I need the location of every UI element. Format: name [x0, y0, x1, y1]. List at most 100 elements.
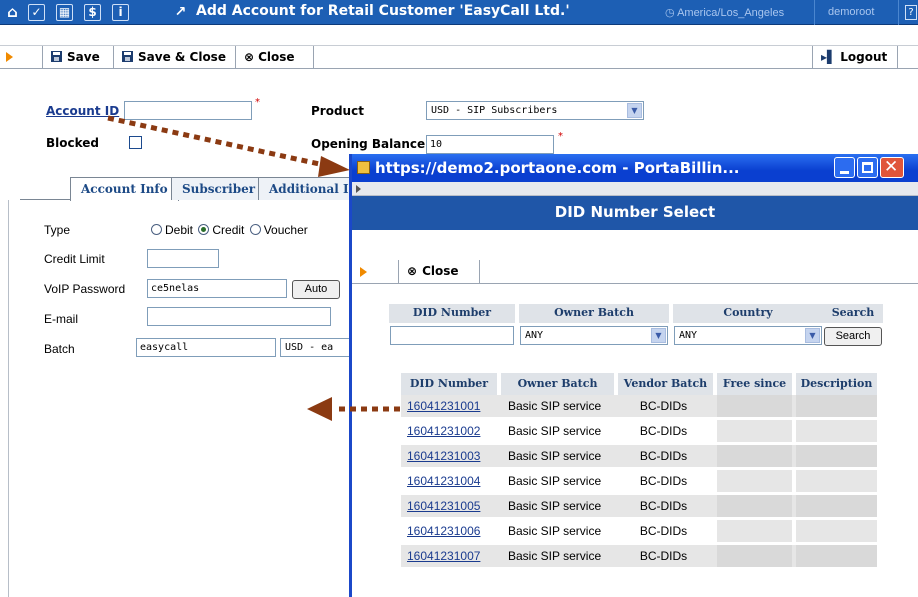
batch-label: Batch: [44, 342, 75, 356]
vendor-batch-cell: BC-DIDs: [639, 524, 688, 538]
did-number-link[interactable]: 16041231006: [407, 520, 497, 542]
popup-close-button[interactable]: ⊗ Close: [398, 260, 480, 283]
save-close-label: Save & Close: [138, 50, 226, 64]
did-number-search-input[interactable]: [390, 326, 514, 345]
table-row: 16041231005 Basic SIP service BC-DIDs: [401, 495, 877, 517]
tab-account-info[interactable]: Account Info: [70, 177, 179, 201]
maximize-icon[interactable]: [857, 157, 878, 178]
close-circle-icon: ⊗: [407, 264, 418, 278]
required-marker: *: [558, 131, 563, 142]
logout-button[interactable]: ▸▌ Logout: [812, 46, 898, 69]
tab-additional-info[interactable]: Additional In: [258, 177, 352, 200]
col-did-number[interactable]: DID Number: [401, 373, 497, 395]
col-description[interactable]: Description: [796, 373, 877, 395]
debit-label: Debit: [165, 223, 194, 237]
popup-heading: DID Number Select: [352, 196, 918, 230]
help-icon[interactable]: ?: [905, 5, 917, 20]
vendor-batch-cell: BC-DIDs: [639, 549, 688, 563]
type-option-debit[interactable]: Debit: [151, 223, 193, 237]
owner-batch-cell: Basic SIP service: [508, 399, 602, 413]
close-button[interactable]: ⊗ Close: [236, 46, 314, 69]
email-label: E-mail: [44, 312, 79, 326]
owner-batch-select[interactable]: ANY ▼: [520, 326, 668, 345]
window-close-icon[interactable]: ✕: [880, 157, 904, 178]
logout-door-icon: ▸▌: [821, 50, 837, 64]
search-button-header: Search: [823, 304, 883, 323]
credit-limit-input[interactable]: [147, 249, 219, 268]
required-marker: *: [255, 97, 260, 108]
auto-button[interactable]: Auto: [292, 280, 340, 299]
did-number-link[interactable]: 16041231001: [407, 395, 497, 417]
page-title: Add Account for Retail Customer 'EasyCal…: [196, 3, 570, 19]
opening-balance-input[interactable]: 10: [426, 135, 554, 154]
batch-currency-select[interactable]: USD - ea: [280, 338, 352, 357]
expand-arrow-icon[interactable]: [6, 52, 13, 62]
toolbar: Save Save & Close ⊗ Close ▸▌ Logout: [0, 45, 918, 69]
clock-icon: ◷: [665, 7, 678, 19]
owner-batch-cell: Basic SIP service: [508, 474, 602, 488]
user-name[interactable]: demoroot: [828, 6, 874, 18]
email-input[interactable]: [147, 307, 331, 326]
save-close-button[interactable]: Save & Close: [114, 46, 236, 69]
owner-batch-cell: Basic SIP service: [508, 549, 602, 563]
description-cell: [796, 395, 877, 417]
blocked-checkbox[interactable]: [129, 136, 142, 149]
timezone-label: America/Los_Angeles: [677, 7, 785, 19]
product-select[interactable]: USD - SIP Subscribers ▼: [426, 101, 644, 120]
minimize-icon[interactable]: [834, 157, 855, 178]
radio-icon: [151, 224, 162, 235]
timezone-link[interactable]: ◷ America/Los_Angeles: [665, 6, 784, 19]
close-label: Close: [258, 50, 295, 64]
account-id-input[interactable]: [124, 101, 252, 120]
home-icon[interactable]: ⌂: [4, 4, 21, 21]
col-vendor-batch[interactable]: Vendor Batch: [618, 373, 713, 395]
popup-title-bar: https://demo2.portaone.com - PortaBillin…: [352, 154, 918, 182]
owner-batch-cell: Basic SIP service: [508, 424, 602, 438]
table-row: 16041231001 Basic SIP service BC-DIDs: [401, 395, 877, 417]
floppy-disk-icon: [51, 51, 62, 62]
country-select[interactable]: ANY ▼: [674, 326, 822, 345]
vendor-batch-cell: BC-DIDs: [639, 474, 688, 488]
save-button[interactable]: Save: [42, 46, 114, 69]
did-number-link[interactable]: 16041231004: [407, 470, 497, 492]
search-owner-batch-header: Owner Batch: [519, 304, 669, 323]
did-select-popup: https://demo2.portaone.com - PortaBillin…: [349, 154, 918, 597]
close-circle-icon: ⊗: [244, 50, 255, 64]
popup-address-bar: [352, 182, 918, 196]
did-number-link[interactable]: 16041231003: [407, 445, 497, 467]
search-button[interactable]: Search: [824, 327, 882, 346]
title-divider: [898, 0, 899, 25]
owner-batch-cell: Basic SIP service: [508, 499, 602, 513]
col-owner-batch[interactable]: Owner Batch: [501, 373, 614, 395]
description-cell: [796, 470, 877, 492]
expand-arrow-icon[interactable]: [356, 185, 361, 193]
product-label: Product: [311, 104, 364, 118]
free-since-cell: [717, 420, 792, 442]
grid-icon[interactable]: ▦: [56, 4, 73, 21]
credit-limit-label: Credit Limit: [44, 252, 105, 266]
did-number-link[interactable]: 16041231002: [407, 420, 497, 442]
voip-password-input[interactable]: ce5nelas: [147, 279, 287, 298]
description-cell: [796, 420, 877, 442]
vendor-batch-cell: BC-DIDs: [639, 424, 688, 438]
did-number-link[interactable]: 16041231007: [407, 545, 497, 567]
check-icon[interactable]: ✓: [28, 4, 45, 21]
account-id-label[interactable]: Account ID: [46, 104, 119, 118]
type-option-voucher[interactable]: Voucher: [249, 223, 308, 237]
popup-toolbar: ⊗ Close: [352, 260, 918, 284]
type-label: Type: [44, 223, 71, 237]
type-option-credit[interactable]: Credit: [198, 223, 244, 237]
toolbar-gap: [0, 25, 918, 45]
free-since-cell: [717, 495, 792, 517]
country-value: ANY: [679, 330, 698, 341]
tab-subscriber[interactable]: Subscriber: [171, 177, 267, 200]
opening-balance-label: Opening Balance: [311, 137, 426, 151]
col-free-since[interactable]: Free since: [717, 373, 792, 395]
info-icon[interactable]: i: [112, 4, 129, 21]
batch-input[interactable]: easycall: [136, 338, 276, 357]
dollar-icon[interactable]: $: [84, 4, 101, 21]
did-number-link[interactable]: 16041231005: [407, 495, 497, 517]
expand-arrow-icon[interactable]: [360, 267, 367, 277]
search-did-number-header: DID Number: [389, 304, 515, 323]
table-row: 16041231007 Basic SIP service BC-DIDs: [401, 545, 877, 567]
